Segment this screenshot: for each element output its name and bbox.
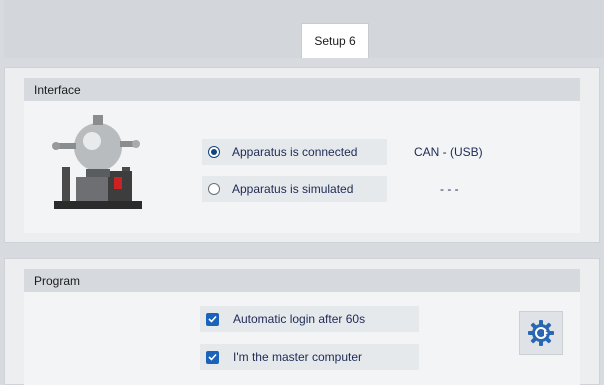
option-label: Apparatus is simulated (232, 182, 354, 196)
program-title: Program (34, 273, 81, 288)
tab-setup-6[interactable]: Setup 6 (301, 23, 369, 58)
simulation-value: - - - (440, 182, 459, 196)
apparatus-image (52, 115, 142, 209)
checkbox-label: I'm the master computer (233, 350, 362, 364)
tab-label: Setup 6 (314, 34, 356, 48)
interface-header: Interface (24, 78, 580, 101)
radio-selected-icon[interactable] (208, 146, 220, 158)
interface-body: Apparatus is connected CAN - (USB) Appar… (24, 101, 580, 233)
radio-unselected-icon[interactable] (208, 183, 220, 195)
option-label: Apparatus is connected (232, 145, 358, 159)
interface-title: Interface (34, 82, 81, 97)
top-tab-bar: Setup 6 (4, 0, 604, 58)
option-apparatus-simulated[interactable]: Apparatus is simulated (202, 176, 387, 202)
settings-button[interactable] (519, 311, 563, 355)
program-panel: Program Automatic login after 60s I'm th… (4, 258, 600, 385)
checkbox-master-computer[interactable]: I'm the master computer (200, 344, 419, 370)
checkbox-label: Automatic login after 60s (233, 312, 366, 326)
connection-value: CAN - (USB) (414, 145, 483, 159)
program-header: Program (24, 269, 580, 292)
checkbox-auto-login[interactable]: Automatic login after 60s (200, 306, 419, 332)
option-apparatus-connected[interactable]: Apparatus is connected (202, 139, 387, 165)
gear-refresh-icon (528, 320, 554, 346)
program-body: Automatic login after 60s I'm the master… (24, 292, 580, 385)
checkbox-checked-icon[interactable] (206, 312, 219, 326)
interface-panel: Interface Apparatus is connected CAN - (… (4, 67, 600, 243)
checkbox-checked-icon[interactable] (206, 350, 219, 364)
